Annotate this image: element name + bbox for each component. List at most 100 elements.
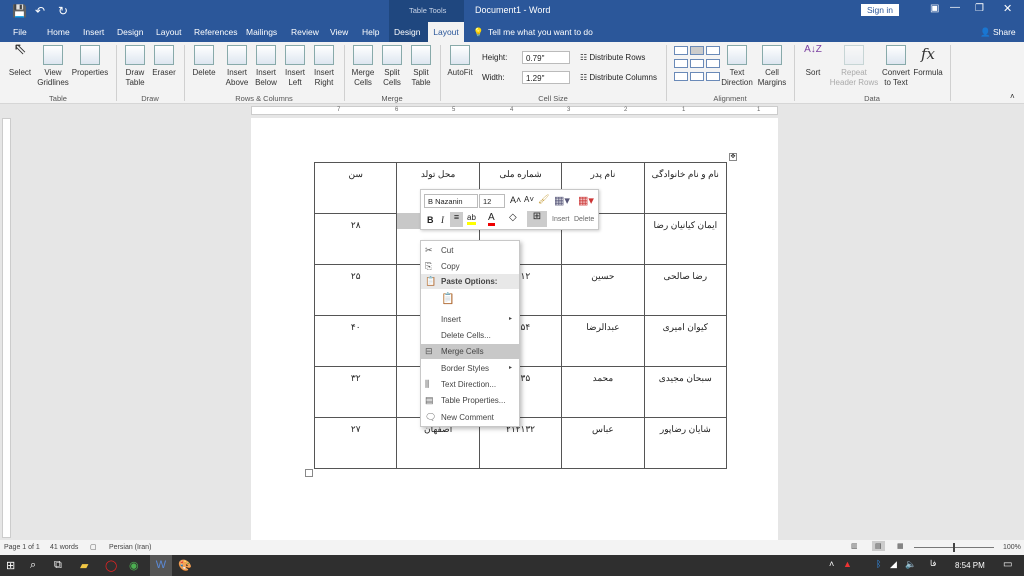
menu-item-insert[interactable]: Insert ▸: [421, 312, 519, 327]
shading-icon[interactable]: ◇: [509, 212, 517, 223]
align-top-center-icon[interactable]: [690, 46, 704, 55]
tab-help[interactable]: Help: [362, 27, 379, 37]
paste-keep-text-only-icon[interactable]: 📋: [441, 292, 455, 305]
print-layout-icon[interactable]: ▤: [872, 541, 885, 551]
horizontal-ruler[interactable]: 7 6 5 4 3 2 1 1: [251, 106, 778, 115]
windows-start-icon[interactable]: ⊞: [6, 559, 15, 572]
select-button[interactable]: ⇖ Select: [6, 42, 34, 78]
word-count[interactable]: 41 words: [50, 544, 78, 551]
align-bottom-right-icon[interactable]: [674, 72, 688, 81]
table-cell[interactable]: ۲۸: [313, 213, 398, 265]
format-painter-icon[interactable]: 🖌: [538, 194, 549, 205]
merge-cells-button[interactable]: Merge Cells: [349, 45, 377, 88]
tab-table-design[interactable]: Design: [394, 27, 420, 37]
language-indicator[interactable]: Persian (Iran): [109, 544, 151, 551]
web-layout-icon[interactable]: ▦: [897, 542, 904, 550]
save-icon[interactable]: 💾: [12, 4, 27, 18]
height-input[interactable]: 0.79": [522, 51, 570, 64]
input-language[interactable]: فا: [930, 559, 936, 568]
align-bottom-center-icon[interactable]: [690, 72, 704, 81]
menu-item-cut[interactable]: ✂ Cut: [421, 243, 519, 258]
align-middle-right-icon[interactable]: [674, 59, 688, 68]
align-middle-center-icon[interactable]: [690, 59, 704, 68]
center-align-button[interactable]: ≡: [450, 212, 463, 227]
page-count[interactable]: Page 1 of 1: [4, 544, 40, 551]
text-direction-button[interactable]: Text Direction: [718, 45, 756, 88]
borders-icon[interactable]: ⊞: [527, 211, 547, 227]
chrome-icon[interactable]: ◉: [129, 559, 139, 572]
split-table-button[interactable]: Split Table: [407, 45, 435, 88]
insert-table-icon[interactable]: ▦▾: [554, 194, 570, 207]
close-button[interactable]: ✕: [1003, 2, 1012, 15]
autofit-button[interactable]: AutoFit: [445, 45, 475, 78]
file-explorer-icon[interactable]: ▰: [80, 559, 88, 572]
distribute-columns-button[interactable]: ☷ Distribute Columns: [580, 73, 657, 82]
paint-icon[interactable]: 🎨: [178, 559, 192, 572]
table-cell[interactable]: شایان رضاپور: [643, 417, 728, 469]
table-cell[interactable]: ۳۲: [313, 366, 398, 418]
tab-layout[interactable]: Layout: [156, 27, 182, 37]
antivirus-icon[interactable]: ▲: [843, 559, 852, 569]
cell-alignment-grid[interactable]: [674, 46, 722, 81]
tab-references[interactable]: References: [194, 27, 237, 37]
redo-icon[interactable]: ↻: [58, 4, 68, 18]
tab-mailings[interactable]: Mailings: [246, 27, 277, 37]
minimize-button[interactable]: —: [950, 2, 960, 13]
search-icon[interactable]: ⌕: [30, 559, 36, 572]
mini-insert-button[interactable]: Insert: [552, 216, 570, 223]
align-top-right-icon[interactable]: [674, 46, 688, 55]
table-cell[interactable]: عباس: [561, 417, 645, 469]
insert-above-button[interactable]: Insert Above: [223, 45, 251, 88]
insert-left-button[interactable]: Insert Left: [281, 45, 309, 88]
table-cell[interactable]: ۴۰: [313, 315, 398, 367]
table-cell[interactable]: حسین: [561, 264, 645, 316]
opera-icon[interactable]: ◯: [105, 559, 117, 572]
notifications-icon[interactable]: ▭: [1003, 559, 1012, 570]
menu-item-border-styles[interactable]: Border Styles ▸: [421, 361, 519, 376]
task-view-icon[interactable]: ⧉: [54, 559, 62, 572]
read-mode-icon[interactable]: ▥: [851, 542, 858, 550]
convert-to-text-button[interactable]: Convert to Text: [880, 45, 912, 88]
shrink-font-icon[interactable]: A˅: [524, 195, 534, 204]
menu-item-merge-cells[interactable]: ⊟ Merge Cells: [421, 344, 519, 359]
bold-button[interactable]: B: [427, 215, 434, 225]
clock[interactable]: 8:54 PM: [955, 561, 985, 570]
delete-button[interactable]: Delete: [190, 45, 218, 78]
view-gridlines-button[interactable]: View Gridlines: [35, 45, 71, 88]
undo-icon[interactable]: ↶: [35, 4, 45, 18]
italic-button[interactable]: I: [441, 215, 444, 225]
restore-button[interactable]: ❐: [975, 3, 984, 14]
font-name-select[interactable]: B Nazanin: [424, 194, 478, 208]
tab-table-layout[interactable]: Layout: [428, 22, 464, 42]
menu-item-new-comment[interactable]: 🗨 New Comment: [421, 410, 519, 425]
header-cell[interactable]: نام و نام خانوادگی: [643, 162, 728, 214]
tab-design[interactable]: Design: [117, 27, 143, 37]
volume-icon[interactable]: 🔈: [905, 559, 916, 570]
distribute-rows-button[interactable]: ☷ Distribute Rows: [580, 53, 645, 62]
font-color-icon[interactable]: A: [488, 212, 495, 226]
properties-button[interactable]: Properties: [71, 45, 109, 78]
word-taskbar-icon[interactable]: W: [150, 555, 172, 576]
table-cell[interactable]: ایمان کیانیان رضا: [643, 213, 728, 265]
tab-review[interactable]: Review: [291, 27, 319, 37]
table-cell[interactable]: محمد: [561, 366, 645, 418]
insert-right-button[interactable]: Insert Right: [310, 45, 338, 88]
tab-home[interactable]: Home: [47, 27, 70, 37]
width-input[interactable]: 1.29": [522, 71, 570, 84]
insert-below-button[interactable]: Insert Below: [252, 45, 280, 88]
collapse-ribbon-icon[interactable]: ˄: [1010, 92, 1015, 101]
font-size-select[interactable]: 12: [479, 194, 505, 208]
zoom-level[interactable]: 100%: [1003, 544, 1021, 551]
table-cell[interactable]: ۲۷: [313, 417, 398, 469]
vertical-ruler[interactable]: [2, 118, 11, 538]
draw-table-button[interactable]: Draw Table: [122, 45, 148, 88]
tray-overflow-icon[interactable]: ˄: [829, 559, 834, 569]
bluetooth-icon[interactable]: ᛒ: [876, 559, 881, 569]
ribbon-display-icon[interactable]: ▣: [930, 3, 939, 14]
table-cell[interactable]: رضا صالحی: [643, 264, 728, 316]
cell-margins-button[interactable]: Cell Margins: [756, 45, 788, 88]
menu-item-delete-cells[interactable]: Delete Cells...: [421, 328, 519, 343]
eraser-button[interactable]: Eraser: [150, 45, 178, 78]
header-cell[interactable]: سن: [313, 162, 398, 214]
tab-view[interactable]: View: [330, 27, 348, 37]
